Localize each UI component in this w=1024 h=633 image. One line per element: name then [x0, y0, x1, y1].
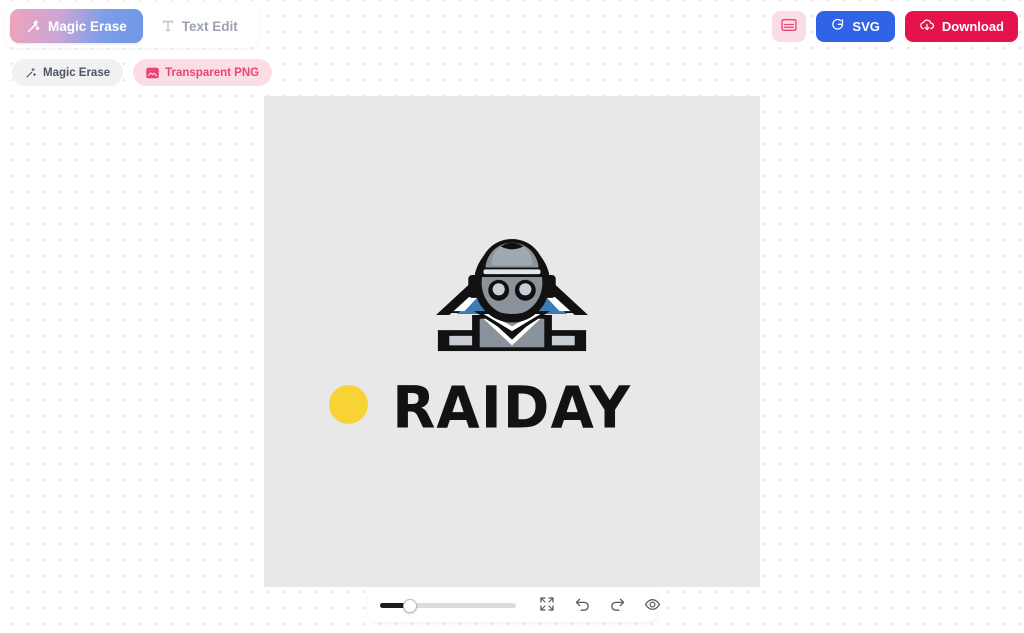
brush-cursor[interactable] [329, 385, 368, 424]
card-image-button[interactable] [772, 11, 807, 42]
svg-export-button[interactable]: SVG [816, 11, 895, 42]
tab-magic-erase-label: Magic Erase [48, 18, 127, 34]
chip-magic-erase-label: Magic Erase [43, 66, 111, 79]
preview-button[interactable] [639, 593, 665, 619]
chip-magic-erase[interactable]: Magic Erase [12, 59, 124, 86]
brush-size-slider[interactable] [380, 598, 516, 614]
logo-artwork: RAIDAY [392, 222, 630, 437]
expand-fullscreen-icon [539, 596, 555, 615]
tab-text-edit[interactable]: Text Edit [145, 9, 254, 43]
card-image-icon [781, 18, 798, 35]
text-type-icon [161, 19, 175, 33]
magic-wand-icon [26, 19, 41, 34]
slider-thumb[interactable] [402, 598, 417, 613]
cloud-download-icon [919, 18, 935, 35]
logo-wordmark: RAIDAY [392, 374, 632, 442]
download-button[interactable]: Download [904, 11, 1018, 42]
chip-transparent-png-label: Transparent PNG [165, 66, 260, 79]
robot-mascot-icon [436, 238, 588, 352]
fit-screen-button[interactable] [534, 593, 560, 619]
redo-icon [609, 596, 626, 616]
undo-button[interactable] [569, 593, 595, 619]
wand-sparkle-icon [25, 67, 37, 79]
artboard: RAIDAY [264, 96, 760, 587]
magic-swirl-icon [831, 18, 845, 35]
image-canvas[interactable]: RAIDAY [264, 96, 760, 587]
tab-magic-erase[interactable]: Magic Erase [10, 9, 143, 43]
download-label: Download [941, 19, 1004, 34]
canvas-bottom-toolbar [368, 589, 660, 622]
tool-chip-row: Magic Erase Transparent PNG [12, 59, 273, 86]
top-right-actions: SVG Download [772, 11, 1018, 42]
redo-button[interactable] [604, 593, 630, 619]
svg-export-label: SVG [852, 19, 880, 34]
tab-text-edit-label: Text Edit [181, 18, 238, 34]
eye-icon [644, 596, 661, 616]
image-icon [146, 67, 159, 79]
undo-icon [574, 596, 591, 616]
chip-transparent-png[interactable]: Transparent PNG [133, 59, 273, 86]
editor-mode-tabbar: Magic Erase Text Edit [4, 4, 260, 48]
